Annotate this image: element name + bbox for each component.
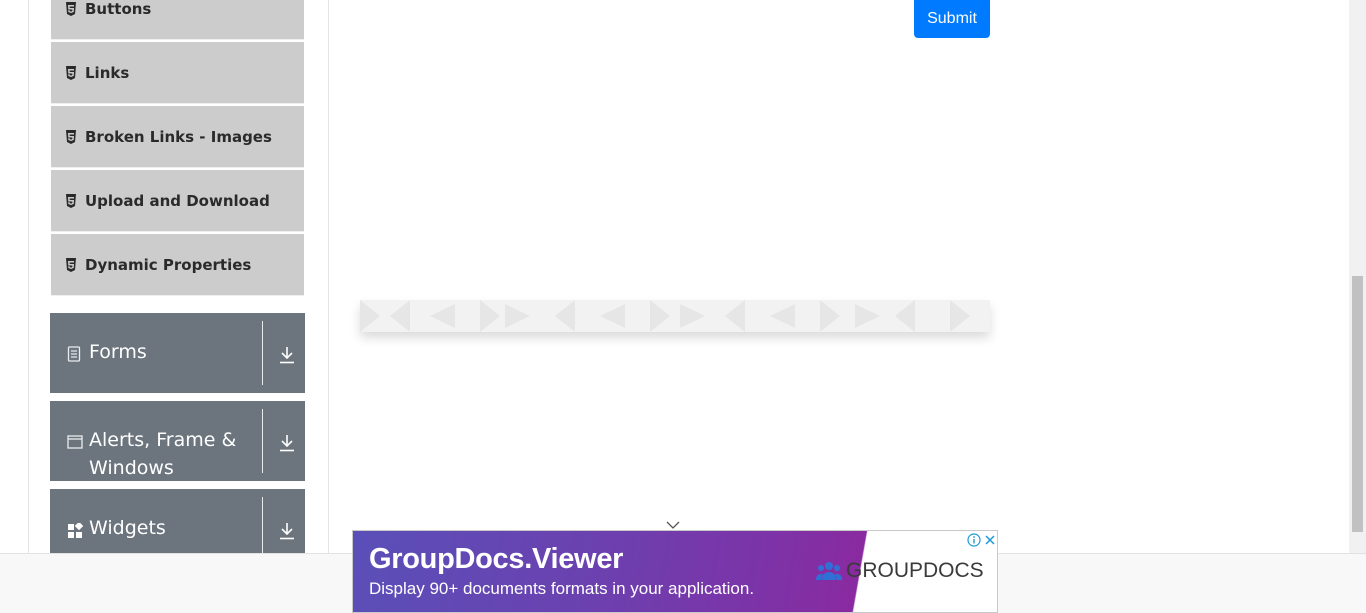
download-icon[interactable]: [279, 434, 295, 452]
sidebar-item-label: Buttons: [85, 0, 152, 18]
info-icon[interactable]: [967, 532, 981, 547]
form-icon: [67, 346, 83, 362]
ad-banner[interactable]: GroupDocs.Viewer Display 90+ documents f…: [352, 530, 998, 613]
sidebar-group-label: Forms: [89, 341, 147, 363]
groupdocs-logo: GROUPDOCS: [816, 559, 984, 583]
left-divider: [28, 0, 29, 553]
ad-subtitle: Display 90+ documents formats in your ap…: [369, 579, 755, 598]
sidebar-item-buttons[interactable]: Buttons: [51, 0, 304, 40]
ad-placeholder: [360, 300, 990, 332]
group-separator: [262, 409, 263, 473]
sidebar-group-alerts[interactable]: Alerts, Frame & Windows: [50, 401, 305, 481]
sidebar-item-label: Upload and Download: [85, 191, 270, 210]
sidebar-item-links[interactable]: Links: [51, 42, 304, 104]
group-separator: [262, 497, 263, 561]
ad-title: GroupDocs.Viewer: [369, 543, 624, 575]
chevron-down-icon[interactable]: [666, 515, 680, 529]
submit-button[interactable]: Submit: [914, 0, 990, 38]
group-separator: [262, 321, 263, 385]
download-icon[interactable]: [279, 346, 295, 364]
close-icon[interactable]: [983, 532, 997, 546]
window-icon: [67, 434, 83, 450]
download-icon[interactable]: [279, 522, 295, 540]
sidebar-item-label: Links: [85, 63, 130, 82]
sidebar-group-label: Widgets: [89, 517, 166, 539]
sidebar-group-label: Alerts, Frame & Windows: [89, 429, 237, 479]
html5-icon: [65, 257, 77, 272]
sidebar-item-dynamic-properties[interactable]: Dynamic Properties: [51, 234, 304, 296]
people-icon: [816, 562, 842, 580]
sidebar-item-broken-links[interactable]: Broken Links - Images: [51, 106, 304, 168]
ad-brand: GROUPDOCS: [846, 559, 984, 582]
html5-icon: [65, 193, 77, 208]
sidebar-group-forms[interactable]: Forms: [50, 313, 305, 393]
html5-icon: [65, 129, 77, 144]
sidebar-divider: [328, 0, 329, 553]
sidebar-item-label: Dynamic Properties: [85, 255, 252, 274]
html5-icon: [65, 1, 77, 16]
widgets-icon: [67, 521, 84, 539]
scrollbar-thumb[interactable]: [1352, 276, 1363, 532]
page: Buttons Links Broken Links - Images Uplo…: [0, 0, 1366, 613]
sidebar-item-label: Broken Links - Images: [85, 127, 272, 146]
sidebar-item-upload-download[interactable]: Upload and Download: [51, 170, 304, 232]
html5-icon: [65, 65, 77, 80]
